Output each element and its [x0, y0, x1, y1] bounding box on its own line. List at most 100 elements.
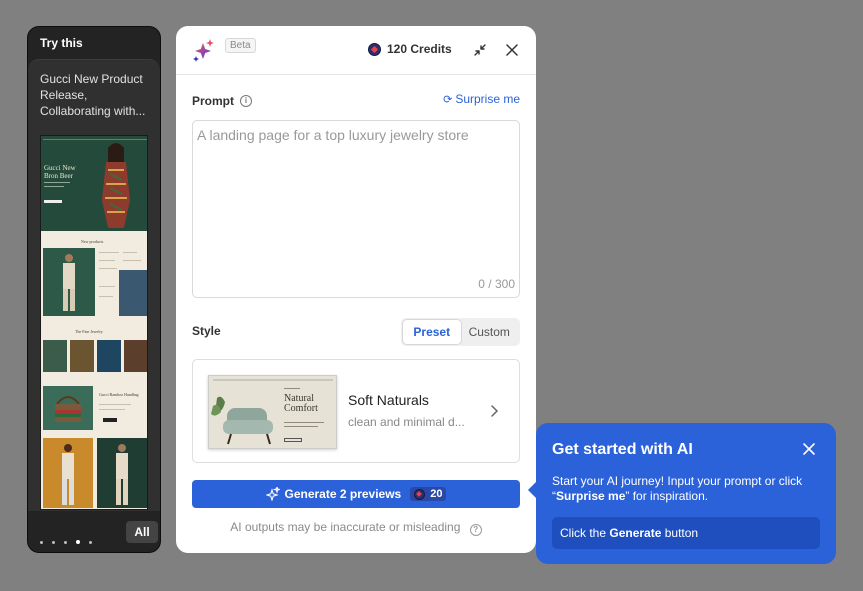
credit-coin-icon [368, 42, 381, 56]
try-this-panel: Try this Gucci New Product Release, Coll… [27, 26, 161, 553]
prompt-box: 0 / 300 [192, 120, 520, 298]
style-mode-toggle: Preset Custom [401, 318, 520, 346]
hero-text-line [44, 182, 70, 183]
thumbnail-section-title: Gucci Bamboo Handbag [99, 392, 139, 397]
hero-text-line [44, 186, 64, 187]
thumbnail-section-title: The Fine Jewelry [75, 329, 103, 334]
custom-tab[interactable]: Custom [461, 320, 519, 344]
generate-cost-value: 20 [430, 488, 443, 500]
example-card-title: Gucci New Product Release, Collaborating… [40, 72, 146, 118]
text-line [123, 252, 137, 253]
text-line [123, 260, 141, 261]
tooltip-step-bold: Generate [609, 526, 662, 540]
thumbnail-hero-title: Gucci New Bron Beer [44, 164, 76, 180]
text-line [99, 286, 115, 287]
product-photo [97, 438, 147, 508]
carousel-dot-active[interactable] [76, 540, 80, 544]
dialog-header: Beta 120 Credits [176, 26, 536, 75]
preset-thumbnail-nav [213, 379, 333, 381]
thumbnail-button [103, 418, 117, 422]
style-row: Style Preset Custom [192, 318, 520, 346]
text-line [99, 260, 115, 261]
example-thumbnail[interactable]: Gucci New Bron Beer New products The Fin… [40, 135, 148, 510]
product-photo [70, 340, 94, 372]
handbag-photo [43, 386, 93, 430]
armchair-icon [211, 396, 273, 445]
sparkle-icon [265, 487, 280, 501]
preset-style-card[interactable]: Natural Comfort Soft Naturals clean and … [192, 359, 520, 463]
minimize-button[interactable] [471, 41, 489, 59]
carousel-dot[interactable] [40, 541, 43, 544]
question-icon[interactable]: ? [469, 524, 482, 536]
collapse-arrows-icon [474, 44, 486, 56]
product-photo [43, 438, 93, 508]
generate-cost-badge: 20 [410, 487, 447, 501]
credit-coin-icon [414, 488, 426, 500]
product-photo [124, 340, 147, 372]
tooltip-close-icon[interactable] [802, 442, 816, 456]
generate-label: Generate 2 previews [284, 487, 402, 501]
refresh-icon: ⟳ [443, 93, 453, 106]
character-counter: 0 / 300 [478, 277, 515, 291]
tooltip-title: Get started with AI [552, 441, 693, 458]
product-photo [97, 340, 121, 372]
close-icon [506, 44, 518, 56]
carousel-dot[interactable] [89, 541, 92, 544]
chevron-right-icon [491, 405, 499, 417]
onboarding-tooltip: Get started with AI Start your AI journe… [528, 423, 836, 564]
try-this-footer: All [28, 511, 160, 552]
text-line [99, 296, 113, 297]
text-line [99, 268, 117, 269]
ai-generate-dialog: Beta 120 Credits Prompt i ⟳ Surprise me … [176, 26, 536, 553]
text-line [284, 426, 318, 427]
prompt-label-text: Prompt [192, 94, 234, 108]
product-photo [119, 270, 147, 316]
tooltip-body: Start your AI journey! Input your prompt… [552, 474, 820, 504]
sparkle-logo-icon [193, 39, 214, 62]
beta-badge: Beta [225, 38, 256, 53]
preset-name: Soft Naturals [348, 392, 429, 408]
text-line [284, 388, 300, 389]
disclaimer: AI outputs may be inaccurate or misleadi… [176, 520, 536, 536]
style-label: Style [192, 324, 221, 338]
prompt-row: Prompt i ⟳ Surprise me [192, 92, 520, 108]
text-line [99, 409, 125, 410]
tooltip-body-bold: Surprise me [556, 489, 626, 503]
thumbnail-section-title: New products [81, 239, 104, 244]
credits-label: 120 Credits [387, 42, 452, 56]
text-line [284, 422, 324, 423]
text-line [99, 252, 119, 253]
info-icon[interactable]: i [240, 95, 252, 107]
product-photo [43, 340, 67, 372]
preset-thumbnail-title: Natural Comfort [284, 394, 318, 414]
preset-tab[interactable]: Preset [403, 320, 461, 344]
hero-button [44, 200, 62, 203]
text-line [99, 404, 131, 405]
preset-thumbnail: Natural Comfort [208, 375, 337, 449]
prompt-label: Prompt i [192, 94, 252, 108]
hero-title-line2: Bron Beer [44, 172, 73, 180]
prompt-input[interactable] [193, 121, 519, 271]
preset-description: clean and minimal d... [348, 415, 465, 429]
credits-display: 120 Credits [368, 42, 452, 56]
try-this-header: Try this [40, 36, 83, 50]
carousel-dots[interactable] [40, 531, 101, 549]
surprise-me-button[interactable]: ⟳ Surprise me [443, 92, 520, 106]
preset-thumbnail-button [284, 438, 302, 442]
carousel-dot[interactable] [64, 541, 67, 544]
example-card[interactable]: Gucci New Product Release, Collaborating… [28, 59, 160, 511]
all-examples-button[interactable]: All [126, 521, 158, 543]
model-figure-icon [102, 143, 130, 228]
preset-thumb-title-line2: Comfort [284, 403, 318, 414]
disclaimer-text: AI outputs may be inaccurate or misleadi… [230, 520, 461, 534]
product-photo [43, 248, 95, 316]
close-button[interactable] [503, 41, 521, 59]
tooltip-step: Click the Generate button [552, 517, 820, 549]
tooltip-step-part2: button [661, 526, 699, 540]
hero-title-line1: Gucci New [44, 164, 76, 172]
surprise-me-label: Surprise me [455, 92, 520, 106]
thumbnail-hero: Gucci New Bron Beer [41, 136, 147, 231]
generate-button[interactable]: Generate 2 previews 20 [192, 480, 520, 508]
carousel-dot[interactable] [52, 541, 55, 544]
tooltip-body-part2: ” for inspiration. [625, 489, 709, 503]
